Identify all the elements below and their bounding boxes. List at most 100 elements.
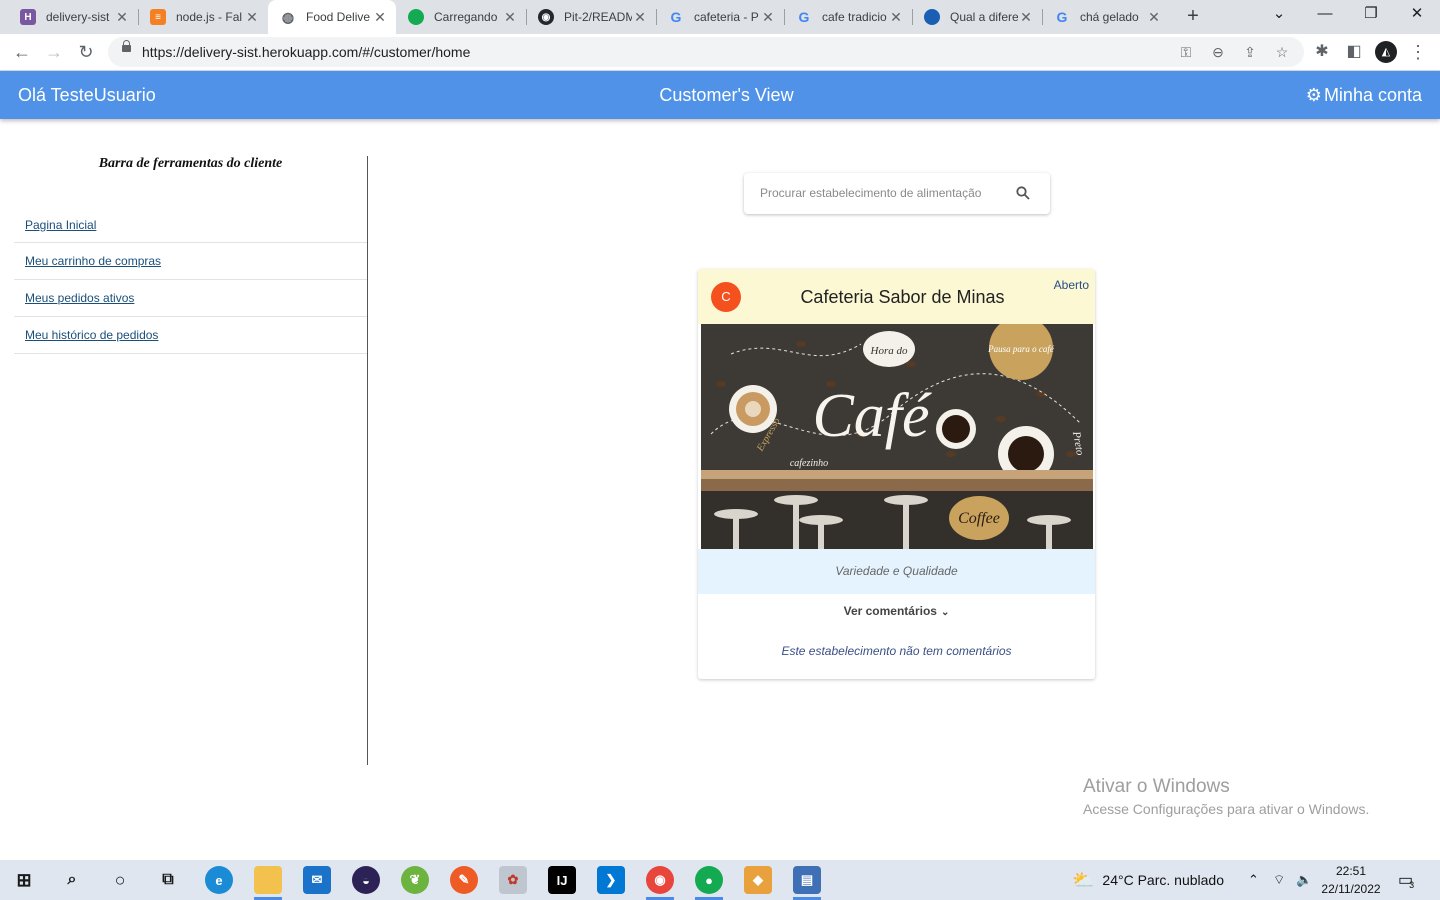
status-badge: Aberto <box>1053 278 1089 292</box>
view-comments-label: Ver comentários <box>843 604 937 618</box>
activation-watermark-title: Ativar o Windows <box>1083 776 1230 797</box>
chevron-down-icon: ⌄ <box>940 607 950 618</box>
browser-tab[interactable]: G chá gelado ✕ <box>1042 0 1170 34</box>
search-input[interactable] <box>760 184 1010 202</box>
system-clock[interactable]: 22:51 22/11/2022 <box>1318 862 1384 898</box>
close-icon[interactable]: ✕ <box>760 9 776 26</box>
browser-tab[interactable]: Qual a difere ✕ <box>912 0 1042 34</box>
globe-icon: ◍ <box>281 8 295 25</box>
clock-date: 22/11/2022 <box>1321 882 1381 896</box>
account-menu-button[interactable]: ⚙ Minha conta <box>1306 85 1422 106</box>
view-comments-button[interactable]: Ver comentários ⌄ <box>698 604 1095 618</box>
spring-icon[interactable]: ❦ <box>401 866 429 894</box>
browser-tab[interactable]: H delivery-sist ✕ <box>8 0 138 34</box>
search-icon[interactable] <box>1016 186 1030 200</box>
new-tab-button[interactable]: + <box>1181 5 1205 29</box>
file-explorer-icon[interactable] <box>254 866 282 894</box>
edge-icon[interactable]: e <box>205 866 233 894</box>
back-icon[interactable]: ← <box>10 40 34 64</box>
sidebar-item-cart[interactable]: Meu carrinho de compras <box>14 243 367 280</box>
cover-label: Coffee <box>958 510 1000 527</box>
close-icon[interactable]: ✕ <box>1146 9 1162 26</box>
app-icon[interactable]: ✿ <box>499 866 527 894</box>
menu-dots-icon[interactable]: ⋮ <box>1406 40 1430 64</box>
close-icon[interactable]: ✕ <box>502 9 518 26</box>
close-icon[interactable]: ✕ <box>1018 9 1034 26</box>
lock-icon[interactable] <box>122 40 131 52</box>
cover-title: Café <box>812 382 932 450</box>
profile-avatar[interactable]: ◭ <box>1375 41 1397 63</box>
browser-tab[interactable]: ◉ Pit-2/READM ✕ <box>526 0 656 34</box>
browser-tab[interactable]: G cafe tradicio ✕ <box>784 0 912 34</box>
heroku-icon: H <box>20 9 36 25</box>
sidebar-item-home[interactable]: Pagina Inicial <box>14 207 367 243</box>
minimize-button[interactable]: — <box>1302 0 1348 30</box>
weather-icon: ⛅ <box>1072 869 1095 890</box>
page-title: Customer's View <box>659 85 794 105</box>
sidebar-link[interactable]: Meu carrinho de compras <box>25 254 161 268</box>
browser-toolbar: ← → ↻ https://delivery-sist.herokuapp.co… <box>0 34 1440 71</box>
activation-watermark-subtitle: Acesse Configurações para ativar o Windo… <box>1083 801 1370 817</box>
search-icon[interactable]: ⌕ <box>58 866 86 894</box>
tab-title: delivery-sist <box>46 10 110 24</box>
notepad-icon[interactable]: ▤ <box>793 866 821 894</box>
mongodb-compass-icon[interactable]: ● <box>695 866 723 894</box>
tab-title: cafeteria - P <box>694 10 759 24</box>
close-icon[interactable]: ✕ <box>632 9 648 26</box>
sidebar-link[interactable]: Pagina Inicial <box>25 218 96 232</box>
chrome-icon[interactable]: ◉ <box>646 866 674 894</box>
close-icon[interactable]: ✕ <box>888 9 904 26</box>
cover-label: cafezinho <box>790 458 828 469</box>
store-name[interactable]: Cafeteria Sabor de Minas <box>698 287 1095 308</box>
notification-center-button[interactable]: ▭ 3 <box>1398 860 1414 900</box>
tray-chevron-icon[interactable]: ⌃ <box>1248 860 1259 900</box>
close-window-button[interactable]: ✕ <box>1394 0 1440 30</box>
close-icon[interactable]: ✕ <box>114 9 130 26</box>
vscode-icon[interactable]: ❯ <box>597 866 625 894</box>
browser-tab[interactable]: Carregando ✕ <box>396 0 526 34</box>
sidebar-item-active-orders[interactable]: Meus pedidos ativos <box>14 280 367 317</box>
store-tagline: Variedade e Qualidade <box>698 549 1095 594</box>
bookmark-star-icon[interactable]: ☆ <box>1272 42 1292 62</box>
forward-icon[interactable]: → <box>42 40 66 64</box>
task-view-icon[interactable]: ⧉ <box>154 866 182 894</box>
share-icon[interactable]: ⇪ <box>1240 42 1260 62</box>
restore-button[interactable]: ❐ <box>1348 0 1394 30</box>
sidebar-item-order-history[interactable]: Meu histórico de pedidos <box>14 317 367 354</box>
browser-tab[interactable]: ≡ node.js - Fal ✕ <box>138 0 268 34</box>
clock-time: 22:51 <box>1335 864 1367 878</box>
cortana-icon[interactable]: ○ <box>106 866 134 894</box>
close-icon[interactable]: ✕ <box>372 9 388 26</box>
google-icon: G <box>670 9 682 25</box>
tab-title: Pit-2/READM <box>564 10 632 24</box>
mail-icon[interactable]: ✉ <box>303 866 331 894</box>
windows-start-icon[interactable]: ⊞ <box>10 866 38 894</box>
gear-icon: ⚙ <box>1305 85 1322 105</box>
extensions-icon[interactable]: ✱ <box>1310 40 1334 64</box>
postman-icon[interactable]: ✎ <box>450 866 478 894</box>
store-search <box>744 173 1050 214</box>
site-icon <box>924 9 940 25</box>
address-bar[interactable]: https://delivery-sist.herokuapp.com/#/cu… <box>108 37 1304 67</box>
sidebar-link[interactable]: Meus pedidos ativos <box>25 291 134 305</box>
sourcetree-icon[interactable]: ◆ <box>744 866 772 894</box>
volume-icon[interactable]: 🔈 <box>1296 860 1312 900</box>
browser-tab-active[interactable]: ◍ Food Delive ✕ <box>268 0 396 34</box>
zoom-icon[interactable]: ⊖ <box>1208 42 1228 62</box>
browser-tab[interactable]: G cafeteria - P ✕ <box>656 0 784 34</box>
url-text[interactable]: https://delivery-sist.herokuapp.com/#/cu… <box>142 44 470 60</box>
eclipse-icon[interactable]: ◒ <box>352 866 380 894</box>
cover-label: Pausa para o café <box>987 344 1055 354</box>
tab-title: chá gelado <box>1080 10 1139 24</box>
store-card[interactable]: C Cafeteria Sabor de Minas Aberto Hora d… <box>698 269 1095 679</box>
reload-icon[interactable]: ↻ <box>74 40 98 64</box>
tab-search-icon[interactable]: ⌄ <box>1256 0 1302 30</box>
sidebar-link[interactable]: Meu histórico de pedidos <box>25 328 158 342</box>
intellij-icon[interactable]: IJ <box>548 866 576 894</box>
side-panel-icon[interactable]: ◧ <box>1342 40 1366 64</box>
close-icon[interactable]: ✕ <box>244 9 260 26</box>
weather-widget[interactable]: ⛅ 24°C Parc. nublado <box>1072 860 1224 900</box>
key-icon[interactable]: ⚿ <box>1176 42 1196 62</box>
windows-taskbar: ⊞ ⌕ ○ ⧉ e ✉ ◒ ❦ ✎ ✿ IJ ❯ ◉ ● ◆ ▤ ⛅ 24°C … <box>0 860 1440 900</box>
network-icon[interactable]: ⌔ <box>1273 860 1285 900</box>
